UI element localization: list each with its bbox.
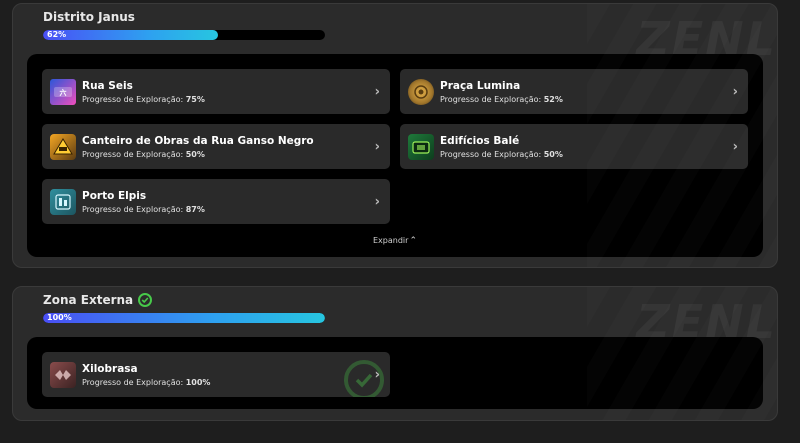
rua-seis-icon: 六	[50, 78, 76, 105]
location-card-canteiro-de-obras[interactable]: Canteiro de Obras da Rua Ganso Negro Pro…	[42, 124, 390, 169]
region-progress-fill	[43, 313, 325, 323]
expand-button[interactable]: Expandir⌃	[27, 236, 763, 246]
region-title: Distrito Janus	[43, 10, 135, 24]
chevron-up-icon: ⌃	[409, 236, 417, 246]
location-name: Edifícios Balé	[440, 134, 520, 147]
location-progress: Progresso de Exploração: 52%	[440, 94, 563, 104]
location-card-rua-seis[interactable]: 六 Rua Seis Progresso de Exploração: 75% …	[42, 69, 390, 114]
location-name: Rua Seis	[82, 79, 133, 92]
expand-label: Expandir	[373, 236, 409, 245]
region-progress-bar: 62%	[43, 30, 325, 40]
praca-lumina-icon	[408, 78, 434, 105]
location-name: Canteiro de Obras da Rua Ganso Negro	[82, 134, 314, 147]
region-title-text: Zona Externa	[43, 293, 134, 307]
location-progress: Progresso de Exploração: 50%	[440, 149, 563, 159]
edificios-bale-icon	[408, 133, 434, 160]
region-title-text: Distrito Janus	[43, 10, 135, 24]
completed-check-icon	[138, 293, 153, 307]
location-card-porto-elpis[interactable]: Porto Elpis Progresso de Exploração: 87%…	[42, 179, 390, 224]
xilobrasa-icon	[50, 361, 76, 388]
location-progress-value: 50%	[543, 149, 563, 159]
chevron-right-icon: ›	[374, 139, 380, 154]
region-progress-text: 100%	[47, 313, 72, 322]
region-progress-fill	[43, 30, 218, 40]
locations-container: 六 Rua Seis Progresso de Exploração: 75% …	[27, 54, 763, 257]
chevron-right-icon: ›	[732, 139, 738, 154]
locations-container: Xilobrasa Progresso de Exploração: 100% …	[27, 337, 763, 409]
region-progress-text: 62%	[47, 30, 67, 39]
location-name: Porto Elpis	[82, 189, 147, 202]
chevron-right-icon: ›	[374, 194, 380, 209]
location-progress-value: 87%	[185, 204, 205, 214]
chevron-right-icon: ›	[732, 84, 738, 99]
location-progress-value: 52%	[543, 94, 563, 104]
location-name: Xilobrasa	[82, 362, 138, 375]
location-progress: Progresso de Exploração: 87%	[82, 204, 205, 214]
location-progress: Progresso de Exploração: 100%	[82, 377, 211, 387]
location-card-edificios-bale[interactable]: Edifícios Balé Progresso de Exploração: …	[400, 124, 748, 169]
location-progress-value: 50%	[185, 149, 205, 159]
chevron-right-icon: ›	[374, 367, 380, 382]
location-name: Praça Lumina	[440, 79, 521, 92]
svg-text:六: 六	[60, 88, 67, 97]
region-progress-bar: 100%	[43, 313, 325, 323]
location-progress-value: 100%	[185, 377, 211, 387]
location-progress-value: 75%	[185, 94, 205, 104]
canteiro-icon	[50, 133, 76, 160]
location-card-xilobrasa[interactable]: Xilobrasa Progresso de Exploração: 100% …	[42, 352, 390, 397]
porto-elpis-icon	[50, 188, 76, 215]
location-progress: Progresso de Exploração: 75%	[82, 94, 205, 104]
location-card-praca-lumina[interactable]: Praça Lumina Progresso de Exploração: 52…	[400, 69, 748, 114]
region-panel-distrito-janus: ZENL Distrito Janus 62% 六 Rua Seis Progr…	[12, 3, 778, 268]
chevron-right-icon: ›	[374, 84, 380, 99]
location-progress: Progresso de Exploração: 50%	[82, 149, 205, 159]
region-panel-zona-externa: ZENL Zona Externa 100% Xilobrasa Progres…	[12, 286, 778, 421]
region-title: Zona Externa	[43, 293, 153, 307]
